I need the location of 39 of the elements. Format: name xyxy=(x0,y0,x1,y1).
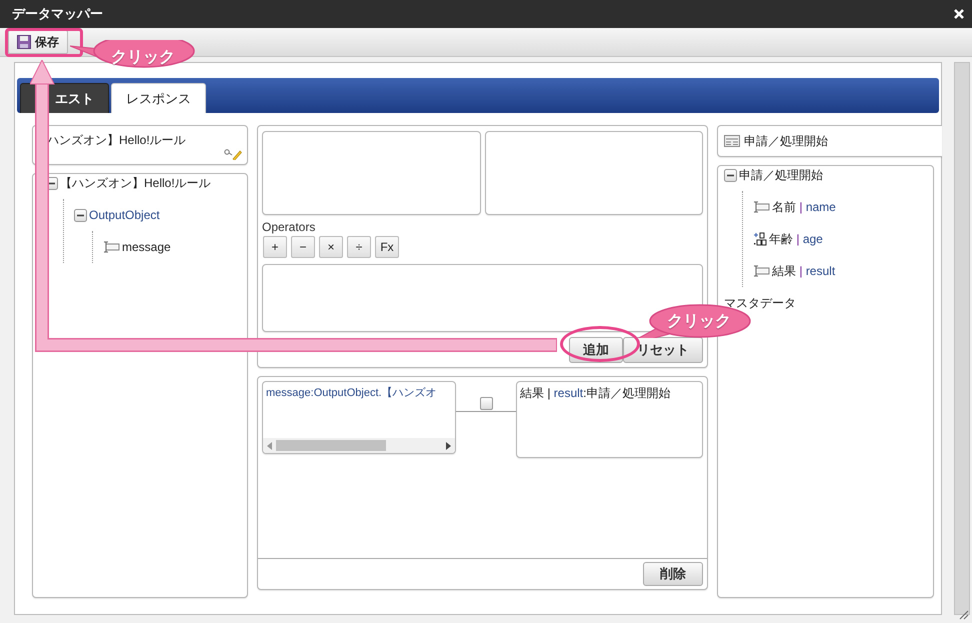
operator-button[interactable]: + xyxy=(263,236,287,258)
mapping-target: 結果 | result:申請／処理開始 xyxy=(520,386,670,400)
close-icon[interactable] xyxy=(954,9,964,19)
add-button[interactable]: 追加 xyxy=(569,337,623,363)
field-icon xyxy=(753,265,770,277)
field-icon xyxy=(103,241,120,253)
field-icon xyxy=(753,201,770,213)
tree-item[interactable]: 結果 | result xyxy=(772,262,836,280)
tree-item[interactable]: 申請／処理開始 xyxy=(739,166,823,184)
operators-label: Operators xyxy=(262,220,316,234)
target-title: 申請／処理開始 xyxy=(744,132,828,150)
input-field[interactable] xyxy=(484,131,703,215)
window-title: データマッパー xyxy=(12,5,103,23)
operator-button[interactable]: Fx xyxy=(375,236,399,258)
tree-item[interactable]: message xyxy=(122,240,171,254)
delete-button[interactable]: 削除 xyxy=(643,562,703,586)
operator-button[interactable]: ÷ xyxy=(347,236,371,258)
collapse-toggle-icon[interactable] xyxy=(724,168,737,182)
operator-button[interactable]: − xyxy=(291,236,315,258)
tree-item[interactable]: 【ハンズオン】Hello!ルール xyxy=(60,174,211,192)
resize-grip-icon[interactable] xyxy=(959,610,969,620)
mapping-source: message:OutputObject.【ハンズオ xyxy=(265,386,438,400)
scroll-left-icon[interactable] xyxy=(267,442,272,450)
tree-item[interactable]: OutputObject xyxy=(89,208,160,222)
vertical-scrollbar[interactable] xyxy=(954,62,970,615)
horizontal-scrollbar[interactable] xyxy=(263,438,455,453)
number-icon xyxy=(753,232,767,246)
scroll-right-icon[interactable] xyxy=(446,442,451,450)
table-icon xyxy=(724,135,740,147)
tab[interactable]: レスポンス xyxy=(111,83,206,113)
collapse-toggle-icon[interactable] xyxy=(74,208,87,222)
checkbox[interactable] xyxy=(480,397,492,410)
tree-item[interactable]: 年齢 | age xyxy=(769,230,823,248)
operator-button[interactable]: × xyxy=(319,236,343,258)
key-pencil-icon[interactable] xyxy=(224,148,242,160)
tree-item[interactable]: 名前 | name xyxy=(772,198,836,216)
save-button[interactable]: 保存 xyxy=(8,30,68,54)
input-field[interactable] xyxy=(262,131,480,215)
expression-field[interactable] xyxy=(262,264,703,332)
